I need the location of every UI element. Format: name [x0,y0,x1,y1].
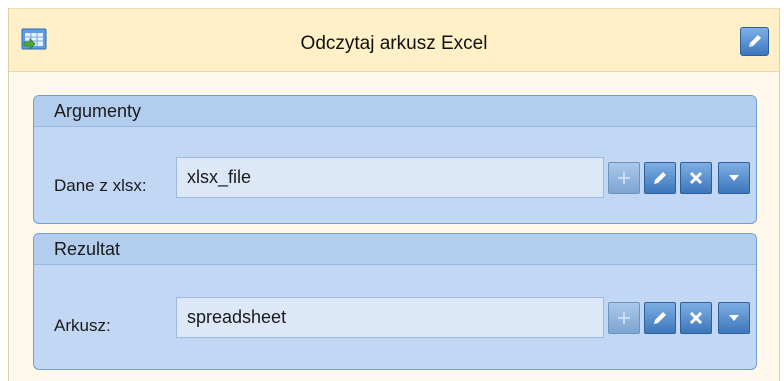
dropdown-button[interactable] [718,302,750,334]
add-button[interactable] [608,302,640,334]
plus-icon [618,172,630,184]
activity-panel: Odczytaj arkusz Excel Argumenty Dane z x… [8,8,780,381]
argument-toolbar [608,157,751,198]
edit-button[interactable] [644,302,676,334]
pencil-icon [654,172,666,184]
result-toolbar [608,297,751,338]
result-header: Rezultat [34,234,756,265]
arguments-section: Argumenty Dane z xlsx: xlsx_file [33,95,757,224]
edit-activity-button[interactable] [740,27,769,56]
argument-label: Dane z xlsx: [54,176,147,195]
add-button[interactable] [608,162,640,194]
clear-button[interactable] [680,162,712,194]
pencil-icon [654,312,666,324]
result-label: Arkusz: [54,316,111,335]
pencil-icon [749,35,761,47]
result-section: Rezultat Arkusz: spreadsheet [33,233,757,370]
dropdown-arrow-icon [729,315,739,321]
dropdown-arrow-icon [729,175,739,181]
clear-button[interactable] [680,302,712,334]
dropdown-button[interactable] [718,162,750,194]
close-icon [689,311,703,325]
edit-button[interactable] [644,162,676,194]
activity-title: Odczytaj arkusz Excel [300,33,488,54]
result-input[interactable]: spreadsheet [176,297,604,338]
activity-header: Odczytaj arkusz Excel [9,8,779,72]
close-icon [689,171,703,185]
plus-icon [618,312,630,324]
arguments-header: Argumenty [34,96,756,127]
argument-input[interactable]: xlsx_file [176,157,604,198]
